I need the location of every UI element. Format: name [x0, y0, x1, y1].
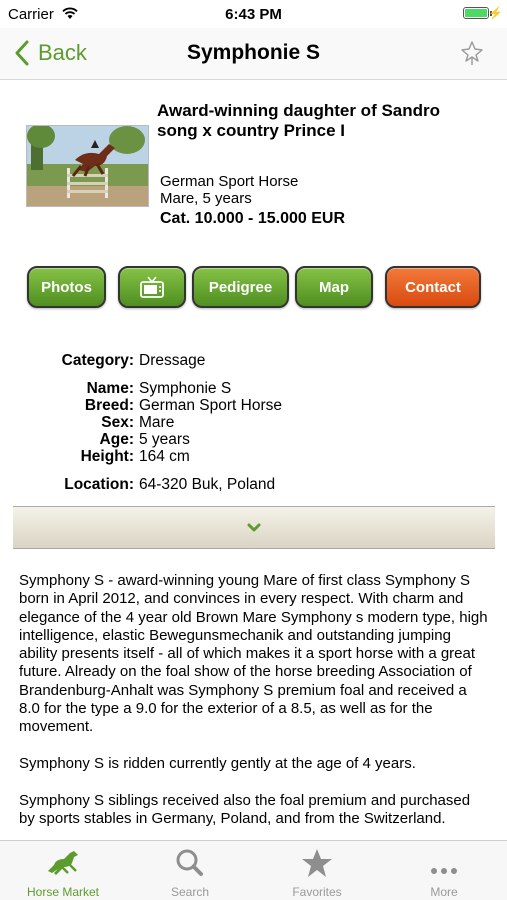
- map-button[interactable]: Map: [295, 266, 373, 308]
- category-label: Category:: [61, 352, 134, 369]
- expand-details-button[interactable]: [13, 506, 495, 549]
- tab-label: Horse Market: [26, 885, 100, 899]
- status-bar: Carrier 6:43 PM ⚡: [0, 0, 507, 28]
- listing-breed: German Sport Horse: [160, 173, 299, 190]
- description-paragraph: Symphony S is ridden currently gently at…: [19, 754, 416, 772]
- horse-photo[interactable]: [26, 125, 149, 207]
- description-text: Symphony S - award-winning young Mare of…: [19, 572, 489, 840]
- back-button[interactable]: Back: [14, 38, 87, 68]
- location-value: 64-320 Buk, Poland: [139, 476, 276, 493]
- favorite-pin-icon[interactable]: [459, 40, 485, 66]
- tab-label: More: [430, 885, 458, 899]
- battery-icon: [463, 7, 489, 19]
- location-label: Location:: [64, 476, 134, 493]
- tv-icon: [140, 276, 164, 298]
- horse-jumping-image: [27, 126, 148, 206]
- breed-label: Breed:: [84, 397, 134, 414]
- tab-label: Favorites: [292, 885, 342, 899]
- clock: 6:43 PM: [225, 6, 282, 23]
- tab-label: Search: [170, 885, 210, 899]
- listing-price: Cat. 10.000 - 15.000 EUR: [160, 210, 345, 227]
- horse-icon: [48, 851, 78, 875]
- video-button[interactable]: [118, 266, 186, 308]
- contact-button[interactable]: Contact: [385, 266, 481, 308]
- description-paragraph: Symphony S siblings received also the fo…: [19, 791, 471, 827]
- tab-favorites[interactable]: Favorites: [254, 841, 380, 900]
- more-icon: [431, 868, 457, 874]
- age-label: Age:: [99, 431, 134, 448]
- tab-more[interactable]: More: [381, 841, 507, 900]
- chevron-down-icon: [247, 523, 261, 531]
- star-icon: [302, 849, 332, 877]
- pedigree-button[interactable]: Pedigree: [192, 266, 289, 308]
- category-value: Dressage: [139, 352, 206, 369]
- name-value: Symphonie S: [139, 380, 232, 397]
- listing-headline: Award-winning daughter of Sandro song x …: [157, 101, 441, 140]
- sex-label: Sex:: [101, 414, 134, 431]
- description-paragraph: Symphony S - award-winning young Mare of…: [19, 572, 488, 736]
- listing-sex-age: Mare, 5 years: [160, 190, 252, 207]
- navigation-bar: Back Symphonie S: [0, 28, 507, 80]
- tab-search[interactable]: Search: [127, 841, 253, 900]
- breed-value: German Sport Horse: [139, 397, 282, 414]
- action-button-row: Photos Pedigree Map Contact: [0, 266, 507, 308]
- tab-horse-market[interactable]: Horse Market: [0, 841, 126, 900]
- charging-icon: ⚡: [488, 6, 503, 20]
- sex-value: Mare: [139, 414, 175, 431]
- photos-button[interactable]: Photos: [27, 266, 106, 308]
- chevron-left-icon: [15, 40, 29, 66]
- search-icon: [176, 849, 203, 876]
- height-label: Height:: [80, 448, 134, 465]
- age-value: 5 years: [139, 431, 190, 448]
- tab-bar: Horse Market Search Favorites More: [0, 840, 507, 900]
- height-value: 164 cm: [139, 448, 190, 465]
- back-label: Back: [38, 40, 87, 65]
- name-label: Name:: [86, 380, 134, 397]
